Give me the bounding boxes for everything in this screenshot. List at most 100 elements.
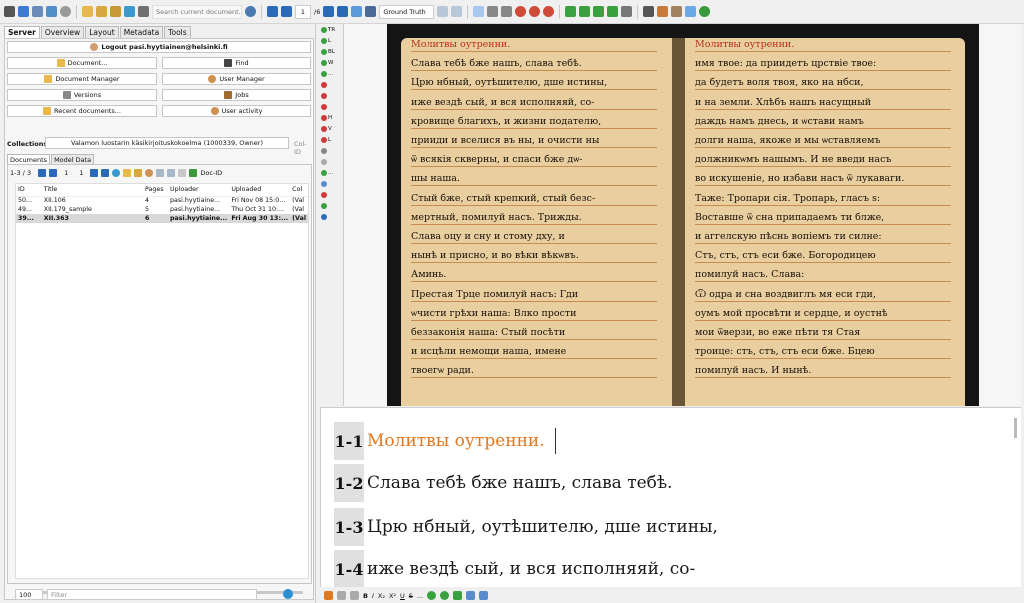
tab-overview[interactable]: Overview <box>40 26 85 38</box>
next-page-icon[interactable] <box>323 6 335 17</box>
filter-input[interactable]: Filter <box>47 588 257 600</box>
scan-text-line[interactable]: долги наша, якоже и мы ѡставляемъ <box>695 135 881 146</box>
last-page-icon[interactable] <box>101 169 110 177</box>
split-vertical-tool[interactable]: V <box>321 126 332 132</box>
line-text[interactable]: Молитвы оутренни. <box>364 431 545 451</box>
edit-table-tool[interactable] <box>321 181 327 187</box>
folder-user-icon[interactable] <box>134 169 143 177</box>
settings-icon[interactable] <box>621 6 633 17</box>
underline-button[interactable]: U <box>400 592 405 600</box>
scan-text-line[interactable]: Слава оцу и сну и стому дху, и <box>411 231 565 242</box>
document-manager-button[interactable]: Document Manager <box>7 73 157 85</box>
zoom-reset-icon[interactable] <box>543 6 555 17</box>
highlight-icon[interactable] <box>685 6 697 17</box>
add-baseline-tool[interactable]: BL <box>321 49 335 55</box>
panel-icon[interactable] <box>466 591 476 600</box>
reload-icon[interactable] <box>112 169 121 177</box>
scan-text-line[interactable]: нынѣ и присно, и во вѣки вѣкѡвъ. <box>411 250 579 261</box>
italic-button[interactable]: I <box>372 592 374 600</box>
scan-text-line[interactable]: имя твое: да приидетъ црствіе твое: <box>695 58 876 69</box>
merge-tool[interactable] <box>321 148 327 154</box>
jobs-button[interactable]: Jobs <box>162 89 311 101</box>
tag-icon[interactable] <box>324 591 333 600</box>
scan-text-line[interactable]: помилуй насъ. И нынѣ. <box>695 365 811 376</box>
scan-text-line[interactable]: даждь намъ днесь, и ѡстави намъ <box>695 116 864 127</box>
image-icon[interactable] <box>643 6 655 17</box>
view-icon[interactable] <box>451 6 463 17</box>
column-header[interactable]: ID <box>16 184 42 197</box>
refresh-icon[interactable] <box>283 589 293 599</box>
first-page-icon[interactable] <box>267 6 278 17</box>
reload-icon[interactable] <box>351 6 363 17</box>
first-page-icon[interactable] <box>38 169 47 177</box>
editor-scrollbar[interactable] <box>1014 418 1017 438</box>
column-header[interactable]: Title <box>41 184 144 197</box>
split-line-tool[interactable]: L <box>321 137 331 143</box>
document-button[interactable]: Document... <box>7 57 157 69</box>
folder-open-icon[interactable] <box>82 6 93 17</box>
duplicate-icon[interactable] <box>167 169 176 177</box>
column-header[interactable]: Uploaded <box>229 184 291 197</box>
menu-icon[interactable] <box>4 6 15 17</box>
user-manager-button[interactable]: User Manager <box>162 73 311 85</box>
page-from[interactable]: 1 <box>64 169 68 177</box>
scan-text-line[interactable]: кровище благихъ, и жизни подателю, <box>411 116 601 127</box>
transcription-editor[interactable]: 1-1 Молитвы оутренни. 1-2 Слава тебѣ бже… <box>320 407 1021 587</box>
scan-text-line[interactable]: во искушеніе, но избави насъ ѿ лукаваги. <box>695 173 904 184</box>
redo-tool[interactable] <box>321 203 327 209</box>
open-folder-icon[interactable] <box>123 169 132 177</box>
user-activity-button[interactable]: User activity <box>162 105 311 117</box>
table-row-selected[interactable]: 39... XII.363 6 pasi.hyytiaine... Fri Au… <box>16 214 308 223</box>
zoom-width-icon[interactable] <box>501 6 513 17</box>
split-horizontal-tool[interactable]: H <box>321 115 332 121</box>
redo-icon[interactable] <box>440 591 450 600</box>
scan-text-line[interactable]: ѿ всякія скверны, и спаси бже дѡ- <box>411 154 582 165</box>
logout-button[interactable]: Logout pasi.hyytiainen@helsinki.fi <box>7 41 311 53</box>
line-text[interactable]: Црю нбный, оутѣшителю, дше истины, <box>364 517 718 537</box>
scan-text-line[interactable]: и на земли. Хлѣбъ нашъ насущный <box>695 97 871 108</box>
prev-page-icon[interactable] <box>49 169 58 177</box>
delete-icon[interactable] <box>178 169 187 177</box>
subscript-button[interactable]: X₂ <box>378 592 385 600</box>
folder-export-icon[interactable] <box>110 6 121 17</box>
add-point-tool[interactable] <box>321 104 327 110</box>
more-table-tool[interactable]: ... <box>321 170 333 176</box>
user-icon[interactable] <box>145 169 154 177</box>
scan-text-line[interactable]: твоегѡ ради. <box>411 365 474 376</box>
scan-text-line[interactable]: Црю нбный, оутѣшителю, дше истины, <box>411 77 607 88</box>
column-header[interactable]: Pages <box>143 184 169 197</box>
recent-documents-button[interactable]: Recent documents... <box>7 105 157 117</box>
tab-tools[interactable]: Tools <box>164 26 191 38</box>
expand-icon[interactable] <box>593 6 605 17</box>
search-icon[interactable] <box>245 6 256 17</box>
table-row[interactable]: 50... XII.106 4 pasi.hyytiaine... Fri No… <box>16 196 308 205</box>
scan-text-line[interactable]: прииди и вселися въ ны, и очисти ны <box>411 135 599 146</box>
scan-text-line[interactable]: ѡчисти грѣхи наша: Влко прости <box>411 308 577 319</box>
save-icon[interactable] <box>365 6 377 17</box>
scan-text-line[interactable]: Престая Трце помилуй насъ: Гди <box>411 289 578 300</box>
transcript-version-select[interactable]: Ground Truth <box>379 4 435 19</box>
zoom-fit-icon[interactable] <box>487 6 499 17</box>
add-more-tool[interactable]: ... <box>321 71 333 77</box>
layout-icon[interactable] <box>32 6 43 17</box>
table-row[interactable]: 49... XII.179_sample 5 pasi.hyytiaine...… <box>16 205 308 214</box>
tab-metadata[interactable]: Metadata <box>119 26 164 38</box>
scan-text-line[interactable]: Аминь. <box>411 269 446 280</box>
archive-icon[interactable] <box>138 6 149 17</box>
editor-line[interactable]: 1-3 Црю нбный, оутѣшителю, дше истины, <box>334 508 718 546</box>
page-to[interactable]: 1 <box>79 169 83 177</box>
scan-text-line[interactable]: Воставше ѿ сна припадаемъ ти блже, <box>695 212 884 223</box>
folder-add-icon[interactable] <box>96 6 107 17</box>
page-size-select[interactable]: 100 <box>15 588 43 600</box>
undo-icon[interactable] <box>427 591 437 600</box>
copy-icon[interactable] <box>437 6 449 17</box>
page-number-input[interactable]: 1 <box>295 4 311 19</box>
column-header[interactable]: Col <box>290 184 308 197</box>
next-page-icon[interactable] <box>90 169 99 177</box>
scan-text-line[interactable]: Молитвы оутренни. <box>695 39 794 50</box>
add-line-tool[interactable]: L <box>321 38 331 44</box>
more-format-button[interactable]: ... <box>417 592 423 600</box>
scan-text-line[interactable]: мертный, помилуй насъ. Трижды. <box>411 212 582 223</box>
symbol-icon[interactable] <box>337 591 346 600</box>
collection-select[interactable]: Valamon luostarin käsikirjoituskokoelma … <box>45 137 289 149</box>
